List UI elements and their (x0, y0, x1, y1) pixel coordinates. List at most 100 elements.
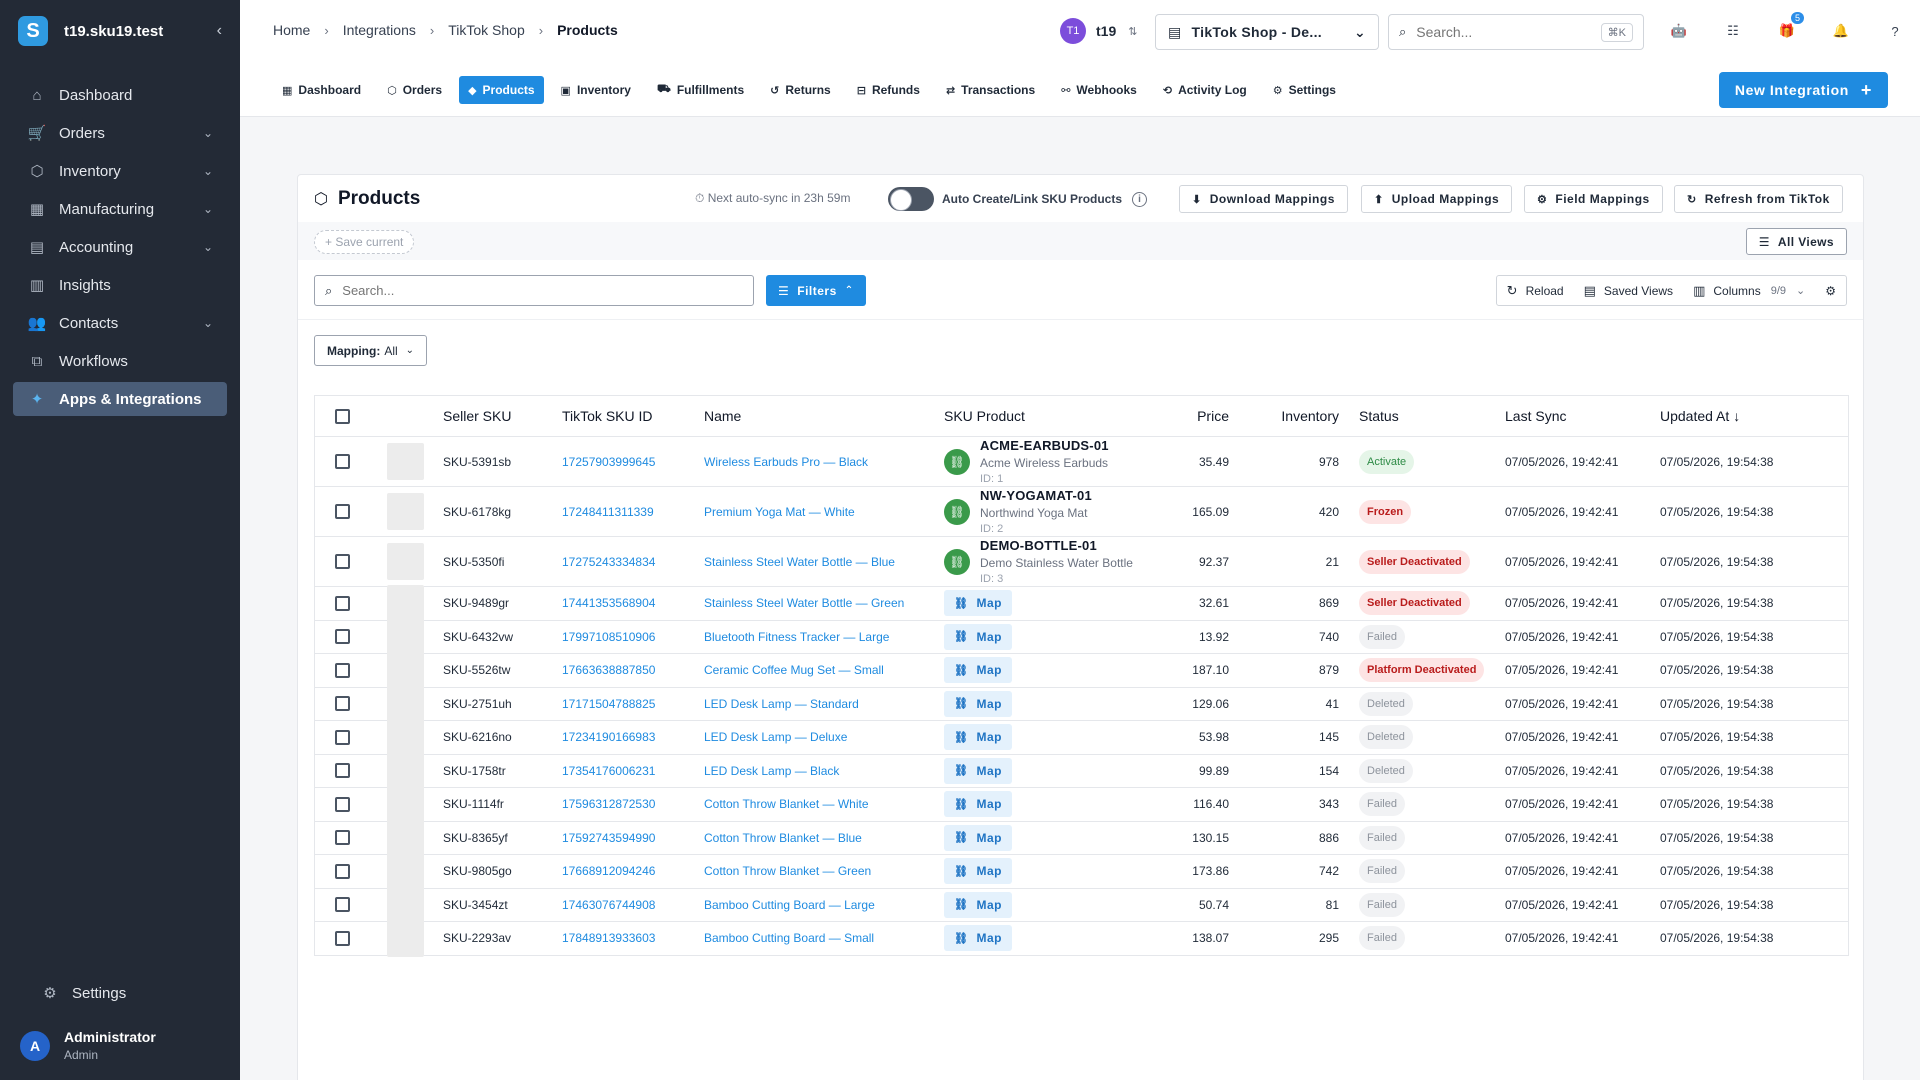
product-name-link[interactable]: Cotton Throw Blanket — Blue (704, 831, 944, 845)
help-icon[interactable]: ? (1882, 18, 1908, 44)
product-name-link[interactable]: LED Desk Lamp — Black (704, 764, 944, 778)
upload-mappings-button[interactable]: ⬆ Upload Mappings (1361, 185, 1513, 213)
tiktok-sku-id-link[interactable]: 17668912094246 (562, 864, 704, 878)
breadcrumb-item[interactable]: TikTok Shop (448, 22, 525, 38)
row-checkbox[interactable] (335, 796, 350, 812)
row-checkbox[interactable] (335, 554, 350, 570)
linked-sku-product[interactable]: ⛓ ACME-EARBUDS-01 Acme Wireless Earbuds … (944, 438, 1164, 485)
sidebar-item-apps-integrations[interactable]: ✦ Apps & Integrations (13, 382, 227, 416)
column-header-price[interactable]: Price (1164, 408, 1229, 424)
table-row[interactable]: SKU-3454zt 17463076744908 Bamboo Cutting… (315, 886, 1848, 924)
table-row[interactable]: SKU-5350fi 17275243334834 Stainless Stee… (315, 537, 1848, 587)
product-name-link[interactable]: Premium Yoga Mat — White (704, 505, 944, 519)
product-name-link[interactable]: Ceramic Coffee Mug Set — Small (704, 663, 944, 677)
row-checkbox[interactable] (335, 897, 350, 913)
table-row[interactable]: SKU-1758tr 17354176006231 LED Desk Lamp … (315, 752, 1848, 790)
tiktok-sku-id-link[interactable]: 17171504788825 (562, 697, 704, 711)
user-menu[interactable]: A Administrator Admin (20, 1029, 156, 1062)
bell-icon[interactable]: 🔔 (1828, 18, 1854, 44)
tab-dashboard[interactable]: ▦ Dashboard (273, 76, 370, 104)
sidebar-item-manufacturing[interactable]: ▦ Manufacturing ⌄ (13, 192, 227, 226)
tiktok-sku-id-link[interactable]: 17257903999645 (562, 455, 704, 469)
tiktok-sku-id-link[interactable]: 17248411311339 (562, 505, 704, 519)
download-mappings-button[interactable]: ⬇ Download Mappings (1179, 185, 1348, 213)
tiktok-sku-id-link[interactable]: 17848913933603 (562, 931, 704, 945)
tab-activity-log[interactable]: ⟲ Activity Log (1154, 76, 1256, 104)
sidebar-item-orders[interactable]: 🛒 Orders ⌄ (13, 116, 227, 150)
tab-inventory[interactable]: ▣ Inventory (552, 76, 640, 104)
tiktok-sku-id-link[interactable]: 17441353568904 (562, 596, 704, 610)
column-header-updated-at[interactable]: Updated At ↓ (1660, 408, 1810, 424)
tiktok-sku-id-link[interactable]: 17463076744908 (562, 898, 704, 912)
save-current-view-button[interactable]: + Save current (314, 230, 415, 254)
tasks-icon[interactable]: ☷ (1720, 18, 1746, 44)
tab-products[interactable]: ◆ Products (459, 76, 544, 104)
global-search-input[interactable] (1416, 24, 1601, 40)
tiktok-sku-id-link[interactable]: 17275243334834 (562, 555, 704, 569)
tiktok-sku-id-link[interactable]: 17234190166983 (562, 730, 704, 744)
tab-webhooks[interactable]: ⚯ Webhooks (1052, 76, 1146, 104)
sidebar-item-insights[interactable]: ▥ Insights (13, 268, 227, 302)
column-header-inventory[interactable]: Inventory (1229, 408, 1339, 424)
product-name-link[interactable]: LED Desk Lamp — Standard (704, 697, 944, 711)
row-checkbox[interactable] (335, 930, 350, 946)
linked-sku-product[interactable]: ⛓ DEMO-BOTTLE-01 Demo Stainless Water Bo… (944, 538, 1164, 585)
column-header-tiktok-sku-id[interactable]: TikTok SKU ID (562, 408, 704, 424)
row-checkbox[interactable] (335, 696, 350, 712)
breadcrumb-item[interactable]: Home (273, 22, 310, 38)
map-button[interactable]: ⛓ Map (944, 891, 1012, 918)
row-checkbox[interactable] (335, 662, 350, 678)
column-header-name[interactable]: Name (704, 408, 944, 424)
table-row[interactable]: SKU-6432vw 17997108510906 Bluetooth Fitn… (315, 618, 1848, 656)
row-checkbox[interactable] (335, 729, 350, 745)
mapping-filter-dropdown[interactable]: Mapping: All ⌄ (314, 335, 428, 366)
table-row[interactable]: SKU-9805go 17668912094246 Cotton Throw B… (315, 852, 1848, 890)
select-all-checkbox[interactable] (335, 409, 350, 425)
sidebar-item-dashboard[interactable]: ⌂ Dashboard (13, 78, 227, 112)
field-mappings-button[interactable]: ⚙ Field Mappings (1524, 185, 1663, 213)
tiktok-sku-id-link[interactable]: 17354176006231 (562, 764, 704, 778)
map-button[interactable]: ⛓ Map (944, 791, 1012, 818)
all-views-button[interactable]: ☰ All Views (1745, 228, 1847, 255)
map-button[interactable]: ⛓ Map (944, 824, 1012, 851)
table-row[interactable]: SKU-6216no 17234190166983 LED Desk Lamp … (315, 718, 1848, 756)
map-button[interactable]: ⛓ Map (944, 925, 1012, 952)
table-search-input[interactable] (342, 283, 743, 298)
store-select[interactable]: ▤ TikTok Shop - De... ⌄ (1155, 14, 1379, 50)
saved-views-button[interactable]: ▤ Saved Views (1584, 283, 1673, 299)
table-row[interactable]: SKU-2293av 17848913933603 Bamboo Cutting… (315, 919, 1848, 957)
table-settings-button[interactable]: ⚙ (1825, 284, 1836, 298)
product-name-link[interactable]: Bamboo Cutting Board — Large (704, 898, 944, 912)
row-checkbox[interactable] (335, 504, 350, 520)
gift-icon[interactable]: 🎁 5 (1774, 12, 1804, 44)
auto-create-toggle[interactable] (888, 187, 934, 211)
tab-refunds[interactable]: ⊟ Refunds (848, 76, 929, 104)
row-checkbox[interactable] (335, 595, 350, 611)
row-checkbox[interactable] (335, 830, 350, 846)
sidebar-item-settings[interactable]: ⚙ Settings (26, 976, 214, 1010)
new-integration-button[interactable]: New Integration + (1718, 72, 1888, 108)
row-checkbox[interactable] (335, 454, 350, 470)
map-button[interactable]: ⛓ Map (944, 657, 1012, 684)
product-name-link[interactable]: Stainless Steel Water Bottle — Blue (704, 555, 944, 569)
sidebar-item-accounting[interactable]: ▤ Accounting ⌄ (13, 230, 227, 264)
column-header-sku-product[interactable]: SKU Product (944, 408, 1164, 424)
row-checkbox[interactable] (335, 629, 350, 645)
table-row[interactable]: SKU-8365yf 17592743594990 Cotton Throw B… (315, 819, 1848, 857)
table-row[interactable]: SKU-9489gr 17441353568904 Stainless Stee… (315, 584, 1848, 622)
filters-button[interactable]: ☰ Filters ⌃ (766, 275, 866, 306)
table-row[interactable]: SKU-5526tw 17663638887850 Ceramic Coffee… (315, 651, 1848, 689)
table-row[interactable]: SKU-6178kg 17248411311339 Premium Yoga M… (315, 487, 1848, 537)
product-name-link[interactable]: Cotton Throw Blanket — Green (704, 864, 944, 878)
column-header-last-sync[interactable]: Last Sync (1505, 408, 1660, 424)
tab-orders[interactable]: ⬡ Orders (378, 76, 451, 104)
tiktok-sku-id-link[interactable]: 17663638887850 (562, 663, 704, 677)
map-button[interactable]: ⛓ Map (944, 757, 1012, 784)
row-checkbox[interactable] (335, 863, 350, 879)
tiktok-sku-id-link[interactable]: 17592743594990 (562, 831, 704, 845)
tab-fulfillments[interactable]: ⛟ Fulfillments (648, 76, 753, 104)
tiktok-sku-id-link[interactable]: 17997108510906 (562, 630, 704, 644)
tab-settings[interactable]: ⚙ Settings (1264, 76, 1345, 104)
product-name-link[interactable]: Cotton Throw Blanket — White (704, 797, 944, 811)
map-button[interactable]: ⛓ Map (944, 724, 1012, 751)
